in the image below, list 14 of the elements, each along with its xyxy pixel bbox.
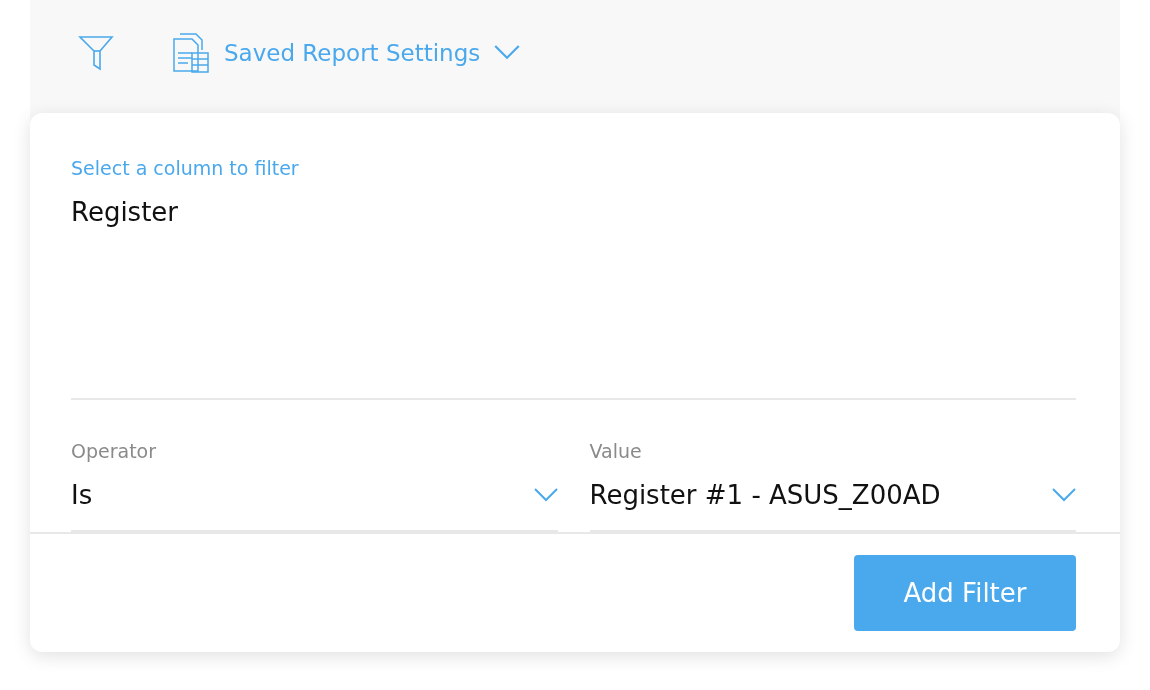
select-field[interactable]: Operator Is: [71, 440, 558, 532]
chevron-down-icon: [533, 488, 558, 502]
chevron-down-icon: [1052, 488, 1076, 502]
field-label: Operator: [71, 440, 158, 462]
field-value: Is: [71, 480, 93, 510]
document-icon: [172, 32, 210, 73]
chevron-down-icon: [494, 45, 521, 60]
field-label: Select a column to filter: [71, 157, 300, 179]
field-label: Value: [589, 440, 643, 462]
select-field[interactable]: Value Register #1 - ASUS_Z00AD: [589, 440, 1076, 532]
select-field[interactable]: Select a column to filter Register: [71, 157, 1076, 400]
field-value: Register: [71, 197, 179, 227]
filter-icon[interactable]: [78, 34, 114, 71]
field-value: Register #1 - ASUS_Z00AD: [589, 480, 941, 510]
